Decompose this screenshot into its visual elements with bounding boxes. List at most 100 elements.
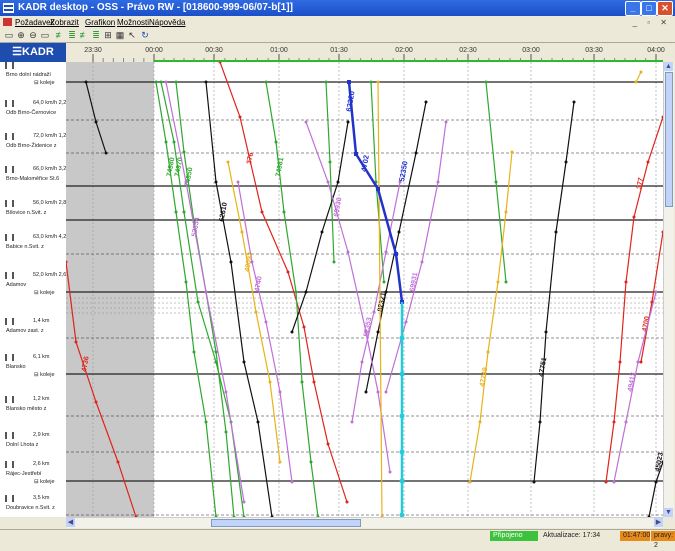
train-path[interactable] bbox=[385, 121, 447, 393]
train-stop-point bbox=[254, 310, 258, 314]
train-number-label[interactable]: 52353 bbox=[363, 317, 373, 337]
scroll-up-icon[interactable]: ▲ bbox=[664, 62, 673, 71]
train-stop-point bbox=[332, 260, 336, 264]
selected-train-path[interactable] bbox=[347, 81, 404, 303]
close-button[interactable]: ✕ bbox=[657, 1, 673, 16]
train-number-label[interactable]: 69931 bbox=[409, 272, 419, 292]
train-path[interactable] bbox=[635, 71, 642, 83]
menu-moznosti[interactable]: Možnosti bbox=[117, 16, 149, 29]
train-stop-point bbox=[564, 160, 568, 164]
selected-train-label[interactable]: 52350 bbox=[397, 160, 409, 182]
trains-down-icon[interactable]: ≣ bbox=[91, 30, 101, 40]
train-number-label[interactable]: 47749 bbox=[479, 367, 489, 387]
station-distance: 2,6 km bbox=[33, 461, 50, 467]
station-tracks[interactable]: ⊟ koleje bbox=[34, 80, 55, 86]
train-stop-point bbox=[496, 280, 500, 284]
grid-icon[interactable]: ⊞ bbox=[103, 30, 113, 40]
maximize-button[interactable]: □ bbox=[641, 1, 657, 16]
train-stop-point bbox=[420, 260, 424, 264]
zoom-out-icon[interactable]: ⊖ bbox=[28, 30, 38, 40]
selected-train-label[interactable]: 4702 bbox=[359, 154, 371, 172]
vertical-scrollbar[interactable]: ▲ ▼ bbox=[663, 62, 674, 517]
train-path[interactable] bbox=[237, 181, 293, 483]
train-stop-point bbox=[94, 120, 98, 124]
time-label: 00:00 bbox=[145, 47, 163, 54]
train-stop-point bbox=[309, 460, 313, 464]
train-stop-point bbox=[294, 290, 298, 294]
trains-up-icon[interactable]: ≢ bbox=[79, 30, 89, 40]
station-name: Doubravice n.Svit. z bbox=[6, 505, 55, 511]
zoom-in-icon[interactable]: ⊕ bbox=[16, 30, 26, 40]
select-icon[interactable]: ▦ bbox=[115, 30, 125, 40]
menu-napoveda[interactable]: Nápověda bbox=[149, 16, 185, 29]
train-stop-point bbox=[164, 140, 168, 144]
train-stop-point bbox=[612, 420, 616, 424]
station-icon bbox=[5, 318, 14, 325]
update-time: Aktualizace: 17:34 bbox=[543, 532, 601, 539]
train-graph[interactable]: 376 4736 377 4700 74980 74970 74950 74981 62610 8… bbox=[66, 62, 663, 517]
trains-filter-icon[interactable]: ≣ bbox=[67, 30, 77, 40]
train-stop-point bbox=[639, 70, 643, 74]
train-number-label[interactable]: 82321 bbox=[377, 292, 387, 312]
station-distance: 3,5 km bbox=[33, 495, 50, 501]
train-path[interactable] bbox=[325, 81, 335, 263]
train-stop-point bbox=[278, 390, 282, 394]
station-icon bbox=[5, 62, 14, 69]
horizontal-scroll-thumb[interactable] bbox=[211, 519, 361, 527]
train-number-label[interactable]: 377 bbox=[636, 177, 645, 190]
menu-zobrazit[interactable]: Zobrazit bbox=[50, 16, 79, 29]
train-stop-point bbox=[404, 320, 408, 324]
station-distance: 72,0 km/h 1,2 km bbox=[33, 133, 67, 139]
train-graph-canvas[interactable]: 376473637747007498074970 74950 74981626108… bbox=[66, 62, 663, 517]
current-train-marker bbox=[399, 413, 405, 419]
mdi-window-buttons[interactable]: _ ▫ ✕ bbox=[633, 16, 671, 29]
train-stop-point bbox=[304, 290, 308, 294]
train-stop-point bbox=[654, 290, 658, 294]
train-stop-point bbox=[510, 150, 514, 154]
menu-grafikon[interactable]: Grafikon bbox=[85, 16, 115, 29]
train-path[interactable] bbox=[365, 101, 427, 393]
station-name: Blansko bbox=[6, 364, 26, 370]
toolbar: ▭ ⊕ ⊖ ▭ ≢ ≣ ≢ ≣ ⊞ ▦ ↖ ↻ bbox=[0, 29, 675, 43]
document-icon bbox=[3, 18, 12, 26]
train-stop-point bbox=[278, 460, 282, 464]
trains-icon[interactable]: ≢ bbox=[55, 30, 65, 40]
time-label: 04:00 bbox=[647, 47, 665, 54]
fit-icon[interactable]: ▭ bbox=[40, 30, 50, 40]
train-number-label[interactable]: 49413 bbox=[627, 372, 637, 392]
minimize-button[interactable]: _ bbox=[625, 1, 641, 16]
train-stop-point bbox=[290, 330, 294, 334]
train-number-label[interactable]: 69930 bbox=[333, 197, 343, 217]
train-stop-point bbox=[360, 360, 364, 364]
train-path[interactable] bbox=[469, 151, 513, 483]
selected-train-stop bbox=[347, 80, 351, 84]
refresh-icon[interactable]: ↻ bbox=[140, 30, 150, 40]
station-name: Dolní Lhota z bbox=[6, 442, 39, 448]
vertical-scroll-thumb[interactable] bbox=[665, 72, 673, 207]
scroll-left-icon[interactable]: ◀ bbox=[66, 518, 75, 527]
station-tracks[interactable]: ⊟ koleje bbox=[34, 372, 55, 378]
train-stop-point bbox=[436, 180, 440, 184]
train-path[interactable] bbox=[227, 161, 281, 463]
station-icon bbox=[5, 234, 14, 241]
selected-train-label[interactable]: 62320 bbox=[344, 90, 356, 112]
horizontal-scrollbar[interactable]: ◀ ▶ bbox=[66, 517, 663, 528]
pointer-icon[interactable]: ↖ bbox=[127, 30, 137, 40]
current-train-marker bbox=[399, 449, 405, 455]
train-path[interactable] bbox=[640, 231, 663, 363]
train-stop-point bbox=[304, 120, 308, 124]
train-number-label[interactable]: 74981 bbox=[275, 157, 285, 177]
train-stop-point bbox=[384, 390, 388, 394]
train-stop-point bbox=[229, 260, 233, 264]
scroll-right-icon[interactable]: ▶ bbox=[654, 518, 663, 527]
train-path[interactable] bbox=[175, 81, 235, 517]
new-icon[interactable]: ▭ bbox=[4, 30, 14, 40]
train-path[interactable] bbox=[291, 121, 349, 333]
train-stop-point bbox=[264, 320, 268, 324]
menu-pozadavek[interactable]: Požadavek bbox=[15, 16, 55, 29]
train-number-label[interactable]: 376 bbox=[246, 152, 255, 165]
scroll-down-icon[interactable]: ▼ bbox=[664, 508, 673, 517]
station-tracks[interactable]: ⊟ koleje bbox=[34, 479, 55, 485]
train-number-label[interactable]: 4740 bbox=[254, 276, 264, 293]
station-tracks[interactable]: ⊟ koleje bbox=[34, 290, 55, 296]
